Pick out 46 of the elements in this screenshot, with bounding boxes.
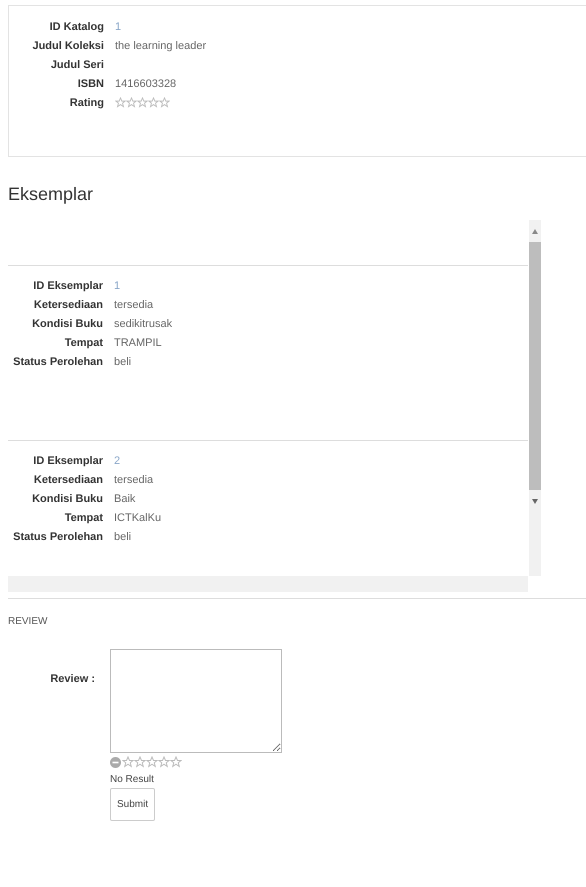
field-value: tersedia: [114, 298, 154, 310]
field-value: ICTKalKu: [114, 512, 162, 524]
star-icon[interactable]: [158, 756, 170, 768]
field-label: Status Perolehan: [12, 356, 103, 368]
star-icon: [115, 97, 126, 108]
field-label: ID Eksemplar: [32, 280, 103, 292]
star-icon: [126, 97, 137, 108]
field-label: Status Perolehan: [12, 530, 103, 542]
field-label: Tempat: [64, 512, 103, 524]
review-input[interactable]: [110, 649, 282, 753]
star-icon: [148, 97, 159, 108]
field-label: ID Eksemplar: [32, 454, 103, 466]
star-icon: [159, 97, 170, 108]
field-value: beli: [114, 530, 132, 542]
star-icon[interactable]: [122, 756, 134, 768]
field-value: tersedia: [114, 474, 154, 486]
field-value: 1: [115, 20, 122, 32]
star-icon[interactable]: [146, 756, 158, 768]
field-label: Ketersediaan: [32, 474, 103, 486]
field-label: Judul Koleksi: [31, 40, 104, 52]
field-value: TRAMPIL: [114, 336, 162, 348]
field-label: Tempat: [64, 336, 103, 348]
vertical-scrollbar[interactable]: [529, 220, 541, 576]
field-value: the learning leader: [115, 40, 206, 52]
section-heading: Eksemplar: [8, 184, 94, 206]
field-label: Kondisi Buku: [31, 318, 103, 330]
submit-button[interactable]: Submit: [110, 788, 156, 821]
review-label: Review :: [49, 672, 95, 687]
field-label: Judul Seri: [50, 58, 104, 70]
field-label: Rating: [68, 96, 104, 108]
review-heading: REVIEW: [8, 616, 48, 627]
field-value: 1: [114, 280, 120, 292]
star-icon[interactable]: [134, 756, 146, 768]
result-text: No Result: [110, 774, 154, 785]
field-value: sedikitrusak: [114, 318, 172, 330]
field-label: Kondisi Buku: [31, 492, 103, 504]
field-label: ID Katalog: [48, 20, 104, 32]
field-value: beli: [114, 356, 132, 368]
field-value: Baik: [114, 492, 136, 504]
field-value: 1416603328: [115, 78, 176, 90]
cancel-icon[interactable]: [110, 756, 121, 768]
star-icon: [137, 97, 148, 108]
field-value: 2: [114, 454, 120, 466]
star-icon[interactable]: [170, 756, 182, 768]
field-label: Ketersediaan: [32, 298, 103, 310]
field-label: ISBN: [76, 78, 104, 90]
